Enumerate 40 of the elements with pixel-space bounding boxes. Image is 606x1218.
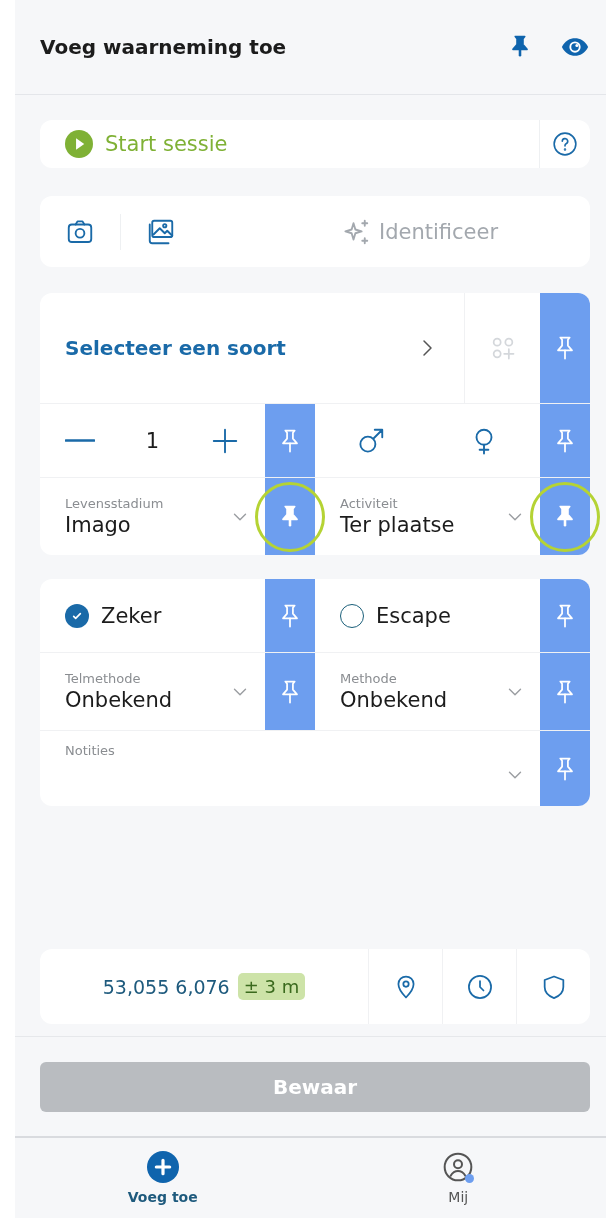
field-label: Telmethode bbox=[65, 671, 142, 686]
count-value: 1 bbox=[145, 428, 160, 453]
method-dropdown[interactable]: Methode Onbekend bbox=[315, 653, 540, 730]
field-label: Levensstadium bbox=[65, 496, 165, 511]
field-label: Notities bbox=[65, 743, 116, 758]
pin-button[interactable] bbox=[540, 731, 590, 806]
clock-icon bbox=[465, 972, 494, 1001]
life-stage-dropdown[interactable]: Levensstadium Imago bbox=[40, 478, 265, 555]
pin-button[interactable] bbox=[540, 653, 590, 730]
activity-dropdown[interactable]: Activiteit Ter plaatse bbox=[315, 478, 540, 555]
nav-tab[interactable]: Mij bbox=[310, 1138, 606, 1218]
accuracy-badge: ± 3 m bbox=[237, 973, 306, 1000]
pin-button[interactable] bbox=[540, 293, 590, 403]
help-icon bbox=[552, 131, 578, 157]
user-circle-icon bbox=[442, 1151, 475, 1183]
pin-button[interactable] bbox=[265, 478, 315, 555]
nav-tab[interactable]: Voeg toe bbox=[15, 1138, 311, 1218]
checkbox[interactable]: Escape bbox=[315, 579, 540, 652]
coordinates: 53,055 6,076 bbox=[102, 975, 230, 998]
count-method-dropdown[interactable]: Telmethode Onbekend bbox=[40, 653, 265, 730]
pin-button[interactable] bbox=[540, 579, 590, 652]
pin-button[interactable] bbox=[540, 478, 590, 555]
field-value: Onbekend bbox=[65, 688, 174, 712]
field-value: Ter plaatse bbox=[340, 513, 456, 537]
checkbox-label: Escape bbox=[376, 603, 451, 628]
pin-button[interactable] bbox=[540, 404, 590, 477]
pin-button[interactable] bbox=[265, 579, 315, 652]
page-title: Voeg waarneming toe bbox=[40, 35, 288, 59]
field-value: Onbekend bbox=[340, 688, 449, 712]
minus-icon bbox=[65, 439, 96, 442]
field-label: Activiteit bbox=[340, 496, 399, 511]
species-selector[interactable]: Selecteer een soort bbox=[40, 293, 464, 403]
pin-button[interactable] bbox=[265, 404, 315, 477]
add-icon bbox=[146, 1151, 179, 1183]
field-label: Methode bbox=[340, 671, 398, 686]
pin-button[interactable] bbox=[265, 653, 315, 730]
checkbox[interactable]: Zeker bbox=[40, 579, 265, 652]
play-icon bbox=[65, 130, 93, 158]
field-value: Imago bbox=[65, 513, 132, 537]
checkbox-label: Zeker bbox=[101, 603, 162, 628]
